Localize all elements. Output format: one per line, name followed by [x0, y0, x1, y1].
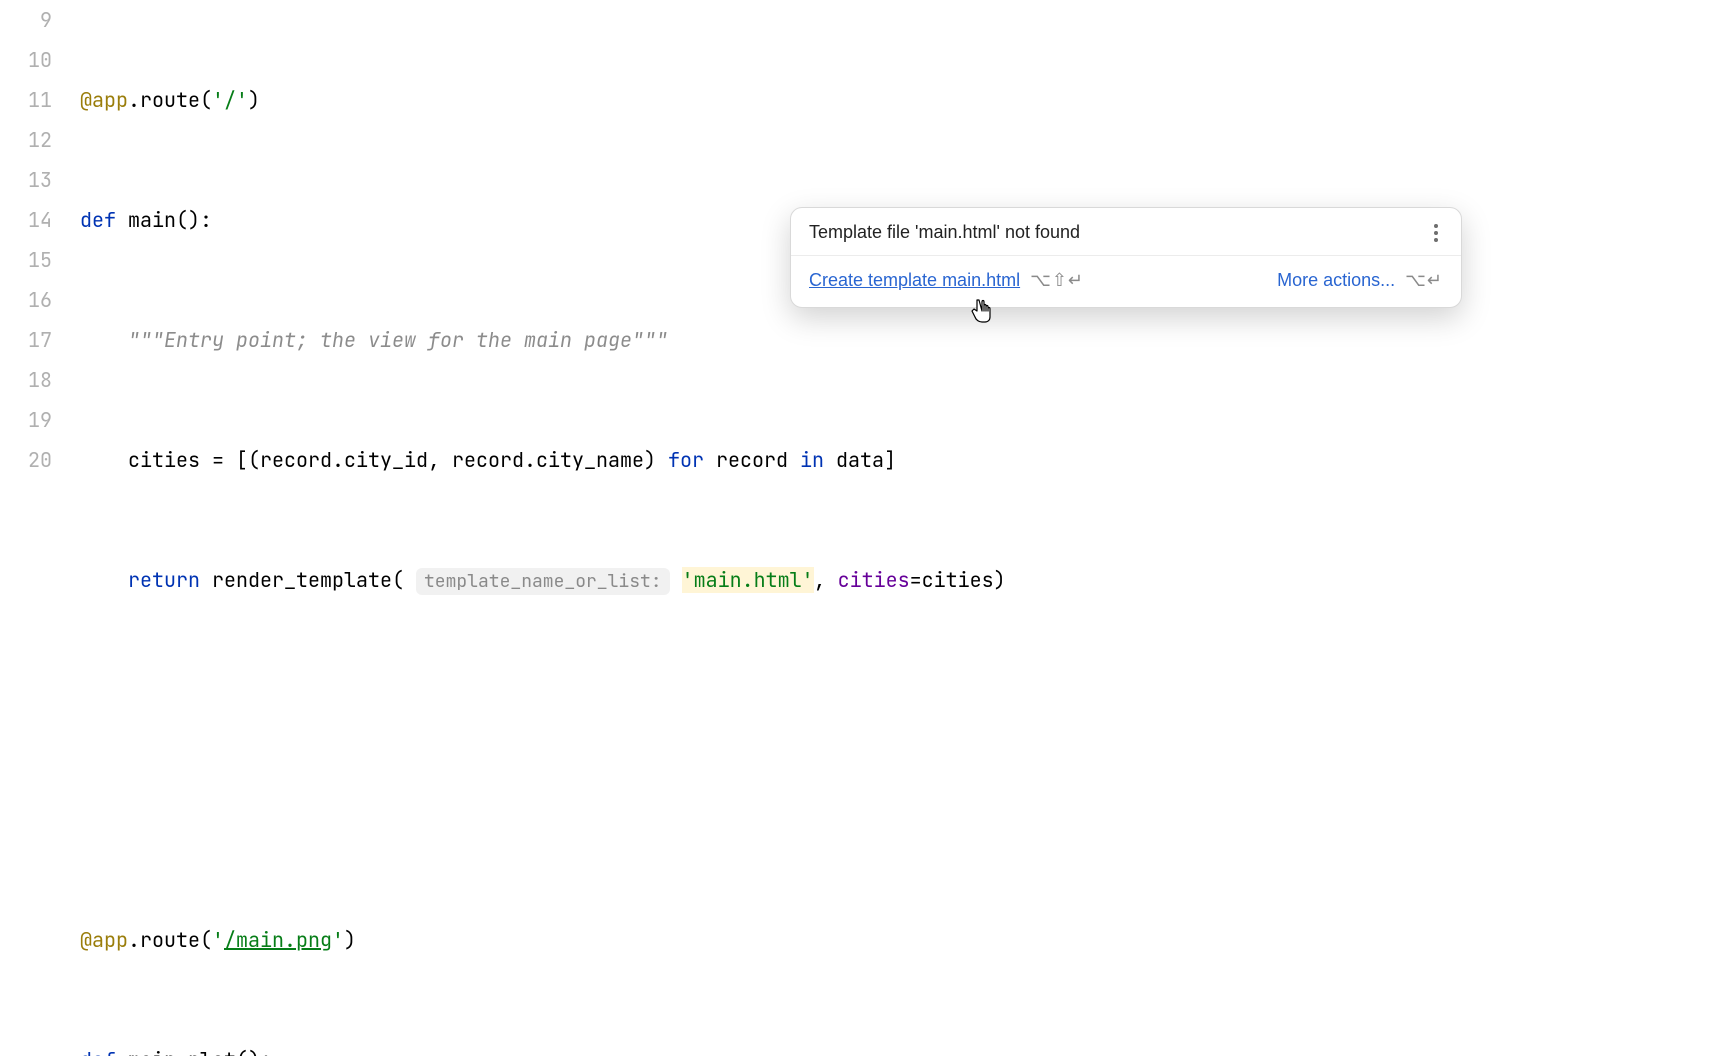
line-number-gutter: 9 10 11 12 13 14 15 16 17 18 19 20 [0, 0, 80, 480]
line-number: 12 [0, 120, 52, 160]
line-number: 20 [0, 440, 52, 480]
line-number: 18 [0, 360, 52, 400]
keyword: in [800, 447, 836, 473]
code-text: data] [836, 447, 896, 473]
code-text: =cities) [910, 567, 1006, 593]
code-text: main_plot(): [128, 1047, 272, 1056]
keyword: for [668, 447, 716, 473]
template-reference[interactable]: main.html [694, 567, 802, 593]
decorator: @app [80, 87, 128, 113]
route-path[interactable]: /main.png [224, 927, 332, 953]
string-literal: '/' [212, 87, 248, 113]
line-number: 16 [0, 280, 52, 320]
string-literal: ' [212, 927, 224, 953]
code-text: .route( [128, 927, 212, 953]
code-text: render_template( [212, 567, 416, 593]
more-actions-link[interactable]: More actions... [1277, 268, 1395, 293]
line-number: 19 [0, 400, 52, 440]
keyword: return [128, 567, 212, 593]
code-text: main(): [128, 207, 212, 233]
code-text: , [814, 567, 838, 593]
line-number: 9 [0, 0, 52, 40]
kebab-menu-icon[interactable] [1425, 224, 1447, 242]
code-text: ) [248, 87, 260, 113]
line-number: 11 [0, 80, 52, 120]
inspection-title: Template file 'main.html' not found [809, 220, 1080, 245]
keyword: def [80, 1047, 128, 1056]
decorator: @app [80, 927, 128, 953]
code-text: .route( [128, 87, 212, 113]
string-literal: ' [332, 927, 344, 953]
code-line[interactable] [80, 680, 1714, 720]
create-template-link[interactable]: Create template main.html [809, 268, 1020, 293]
code-text: ) [344, 927, 356, 953]
parameter-name: cities [838, 567, 910, 593]
code-line[interactable]: cities = [(record.city_id, record.city_n… [80, 440, 1714, 480]
shortcut-hint: ⌥↵ [1405, 268, 1443, 293]
line-number: 10 [0, 40, 52, 80]
inspection-popup: Template file 'main.html' not found Crea… [790, 207, 1462, 308]
line-number: 14 [0, 200, 52, 240]
keyword: def [80, 207, 128, 233]
string-literal: ' [802, 567, 814, 593]
code-line[interactable]: return render_template( template_name_or… [80, 560, 1714, 600]
code-text: cities = [(record.city_id, record.city_n… [128, 447, 668, 473]
line-number: 15 [0, 240, 52, 280]
code-text [670, 567, 682, 593]
line-number: 13 [0, 160, 52, 200]
code-line[interactable]: @app.route('/') [80, 80, 1714, 120]
code-line[interactable] [80, 800, 1714, 840]
code-line[interactable]: """Entry point; the view for the main pa… [80, 320, 1714, 360]
code-line[interactable]: @app.route('/main.png') [80, 920, 1714, 960]
parameter-hint: template_name_or_list: [416, 568, 670, 595]
code-editor[interactable]: 9 10 11 12 13 14 15 16 17 18 19 20 @app.… [0, 0, 1714, 1056]
code-area[interactable]: @app.route('/') def main(): """Entry poi… [80, 0, 1714, 1056]
line-number: 17 [0, 320, 52, 360]
docstring: """Entry point; the view for the main pa… [128, 327, 668, 353]
shortcut-hint: ⌥⇧↵ [1030, 268, 1084, 293]
string-literal: ' [682, 567, 694, 593]
code-line[interactable]: def main_plot(): [80, 1040, 1714, 1056]
code-text: record [716, 447, 800, 473]
